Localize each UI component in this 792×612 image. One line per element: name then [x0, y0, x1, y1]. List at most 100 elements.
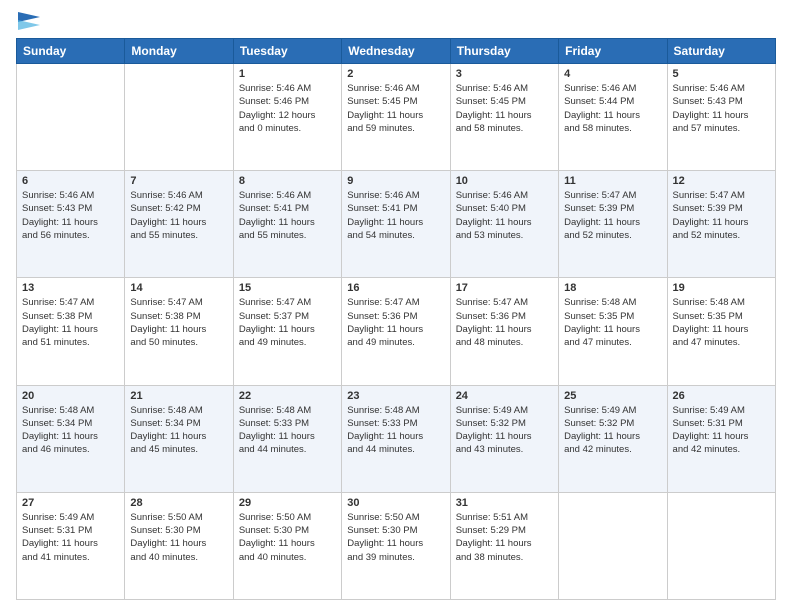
calendar-header-row: SundayMondayTuesdayWednesdayThursdayFrid…: [17, 39, 776, 64]
calendar-cell: 14 Sunrise: 5:47 AMSunset: 5:38 PMDayligh…: [125, 278, 233, 385]
day-info: Sunrise: 5:49 AMSunset: 5:31 PMDaylight:…: [673, 404, 770, 457]
day-info: Sunrise: 5:49 AMSunset: 5:32 PMDaylight:…: [564, 404, 661, 457]
day-number: 24: [456, 390, 553, 402]
day-info: Sunrise: 5:50 AMSunset: 5:30 PMDaylight:…: [239, 511, 336, 564]
day-info: Sunrise: 5:48 AMSunset: 5:34 PMDaylight:…: [130, 404, 227, 457]
day-info: Sunrise: 5:50 AMSunset: 5:30 PMDaylight:…: [347, 511, 444, 564]
calendar-cell: [559, 492, 667, 599]
day-info: Sunrise: 5:46 AMSunset: 5:42 PMDaylight:…: [130, 189, 227, 242]
day-number: 27: [22, 497, 119, 509]
day-number: 2: [347, 68, 444, 80]
day-number: 9: [347, 175, 444, 187]
calendar-cell: 25 Sunrise: 5:49 AMSunset: 5:32 PMDayligh…: [559, 385, 667, 492]
calendar-cell: 17 Sunrise: 5:47 AMSunset: 5:36 PMDayligh…: [450, 278, 558, 385]
calendar-cell: 20 Sunrise: 5:48 AMSunset: 5:34 PMDayligh…: [17, 385, 125, 492]
day-info: Sunrise: 5:47 AMSunset: 5:36 PMDaylight:…: [347, 296, 444, 349]
day-number: 17: [456, 282, 553, 294]
day-number: 29: [239, 497, 336, 509]
calendar-header-sunday: Sunday: [17, 39, 125, 64]
calendar-cell: 31 Sunrise: 5:51 AMSunset: 5:29 PMDayligh…: [450, 492, 558, 599]
calendar-cell: 29 Sunrise: 5:50 AMSunset: 5:30 PMDayligh…: [233, 492, 341, 599]
calendar-cell: 7 Sunrise: 5:46 AMSunset: 5:42 PMDaylight…: [125, 171, 233, 278]
calendar-cell: 11Sunrise: 5:47 AMSunset: 5:39 PMDayligh…: [559, 171, 667, 278]
day-number: 12: [673, 175, 770, 187]
calendar-cell: 27 Sunrise: 5:49 AMSunset: 5:31 PMDayligh…: [17, 492, 125, 599]
day-info: Sunrise: 5:46 AMSunset: 5:45 PMDaylight:…: [456, 82, 553, 135]
calendar-cell: 13 Sunrise: 5:47 AMSunset: 5:38 PMDayligh…: [17, 278, 125, 385]
day-info: Sunrise: 5:47 AMSunset: 5:36 PMDaylight:…: [456, 296, 553, 349]
day-info: Sunrise: 5:47 AMSunset: 5:38 PMDaylight:…: [22, 296, 119, 349]
calendar-cell: [17, 64, 125, 171]
calendar-cell: 4 Sunrise: 5:46 AMSunset: 5:44 PMDaylight…: [559, 64, 667, 171]
day-info: Sunrise: 5:49 AMSunset: 5:31 PMDaylight:…: [22, 511, 119, 564]
day-info: Sunrise: 5:47 AMSunset: 5:39 PMDaylight:…: [564, 189, 661, 242]
day-info: Sunrise: 5:46 AMSunset: 5:46 PMDaylight:…: [239, 82, 336, 135]
page: SundayMondayTuesdayWednesdayThursdayFrid…: [0, 0, 792, 612]
day-info: Sunrise: 5:47 AMSunset: 5:38 PMDaylight:…: [130, 296, 227, 349]
day-info: Sunrise: 5:47 AMSunset: 5:37 PMDaylight:…: [239, 296, 336, 349]
calendar-header-monday: Monday: [125, 39, 233, 64]
day-number: 15: [239, 282, 336, 294]
day-number: 30: [347, 497, 444, 509]
calendar-cell: 19Sunrise: 5:48 AMSunset: 5:35 PMDayligh…: [667, 278, 775, 385]
calendar-cell: 28Sunrise: 5:50 AMSunset: 5:30 PMDayligh…: [125, 492, 233, 599]
day-number: 28: [130, 497, 227, 509]
day-number: 16: [347, 282, 444, 294]
day-number: 5: [673, 68, 770, 80]
day-info: Sunrise: 5:48 AMSunset: 5:35 PMDaylight:…: [673, 296, 770, 349]
day-info: Sunrise: 5:46 AMSunset: 5:43 PMDaylight:…: [673, 82, 770, 135]
day-number: 13: [22, 282, 119, 294]
calendar-cell: 5 Sunrise: 5:46 AMSunset: 5:43 PMDaylight…: [667, 64, 775, 171]
day-number: 18: [564, 282, 661, 294]
calendar-cell: 18 Sunrise: 5:48 AMSunset: 5:35 PMDayligh…: [559, 278, 667, 385]
day-info: Sunrise: 5:48 AMSunset: 5:33 PMDaylight:…: [347, 404, 444, 457]
calendar-header-friday: Friday: [559, 39, 667, 64]
calendar-header-saturday: Saturday: [667, 39, 775, 64]
calendar-cell: 9 Sunrise: 5:46 AMSunset: 5:41 PMDaylight…: [342, 171, 450, 278]
day-info: Sunrise: 5:47 AMSunset: 5:39 PMDaylight:…: [673, 189, 770, 242]
day-number: 3: [456, 68, 553, 80]
day-number: 7: [130, 175, 227, 187]
calendar-cell: 30 Sunrise: 5:50 AMSunset: 5:30 PMDayligh…: [342, 492, 450, 599]
calendar-cell: 22Sunrise: 5:48 AMSunset: 5:33 PMDayligh…: [233, 385, 341, 492]
logo: [16, 12, 40, 30]
calendar-cell: 6Sunrise: 5:46 AMSunset: 5:43 PMDaylight…: [17, 171, 125, 278]
calendar-cell: 21 Sunrise: 5:48 AMSunset: 5:34 PMDayligh…: [125, 385, 233, 492]
calendar-header-thursday: Thursday: [450, 39, 558, 64]
calendar-header-wednesday: Wednesday: [342, 39, 450, 64]
day-info: Sunrise: 5:46 AMSunset: 5:40 PMDaylight:…: [456, 189, 553, 242]
calendar-cell: 24 Sunrise: 5:49 AMSunset: 5:32 PMDayligh…: [450, 385, 558, 492]
day-number: 10: [456, 175, 553, 187]
calendar-week-4: 20 Sunrise: 5:48 AMSunset: 5:34 PMDayligh…: [17, 385, 776, 492]
calendar-cell: 3 Sunrise: 5:46 AMSunset: 5:45 PMDaylight…: [450, 64, 558, 171]
calendar-week-1: 1Sunrise: 5:46 AMSunset: 5:46 PMDaylight…: [17, 64, 776, 171]
day-info: Sunrise: 5:46 AMSunset: 5:41 PMDaylight:…: [239, 189, 336, 242]
day-number: 25: [564, 390, 661, 402]
day-number: 22: [239, 390, 336, 402]
day-info: Sunrise: 5:46 AMSunset: 5:45 PMDaylight:…: [347, 82, 444, 135]
calendar-cell: 23Sunrise: 5:48 AMSunset: 5:33 PMDayligh…: [342, 385, 450, 492]
day-number: 4: [564, 68, 661, 80]
day-number: 26: [673, 390, 770, 402]
day-number: 20: [22, 390, 119, 402]
day-info: Sunrise: 5:48 AMSunset: 5:35 PMDaylight:…: [564, 296, 661, 349]
header: [16, 12, 776, 30]
day-info: Sunrise: 5:46 AMSunset: 5:44 PMDaylight:…: [564, 82, 661, 135]
calendar-cell: [667, 492, 775, 599]
day-info: Sunrise: 5:48 AMSunset: 5:34 PMDaylight:…: [22, 404, 119, 457]
calendar-cell: 2 Sunrise: 5:46 AMSunset: 5:45 PMDaylight…: [342, 64, 450, 171]
day-info: Sunrise: 5:46 AMSunset: 5:43 PMDaylight:…: [22, 189, 119, 242]
logo-flag-icon: [18, 12, 40, 30]
day-info: Sunrise: 5:46 AMSunset: 5:41 PMDaylight:…: [347, 189, 444, 242]
day-info: Sunrise: 5:49 AMSunset: 5:32 PMDaylight:…: [456, 404, 553, 457]
calendar-cell: 26 Sunrise: 5:49 AMSunset: 5:31 PMDayligh…: [667, 385, 775, 492]
calendar-week-3: 13 Sunrise: 5:47 AMSunset: 5:38 PMDayligh…: [17, 278, 776, 385]
calendar-cell: 15 Sunrise: 5:47 AMSunset: 5:37 PMDayligh…: [233, 278, 341, 385]
day-number: 31: [456, 497, 553, 509]
day-info: Sunrise: 5:51 AMSunset: 5:29 PMDaylight:…: [456, 511, 553, 564]
calendar-header-tuesday: Tuesday: [233, 39, 341, 64]
day-number: 14: [130, 282, 227, 294]
day-number: 21: [130, 390, 227, 402]
calendar-cell: 1Sunrise: 5:46 AMSunset: 5:46 PMDaylight…: [233, 64, 341, 171]
calendar-week-2: 6Sunrise: 5:46 AMSunset: 5:43 PMDaylight…: [17, 171, 776, 278]
